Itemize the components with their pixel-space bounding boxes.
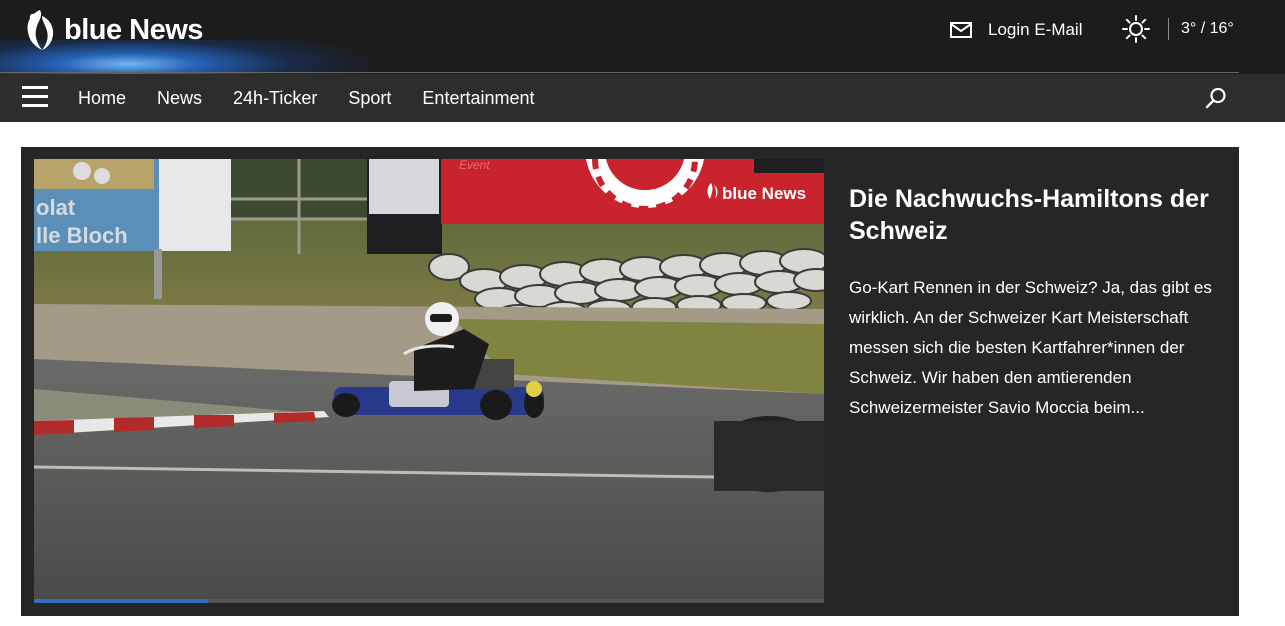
temperature-value: 3° / 16°: [1181, 20, 1234, 37]
sign-text-2: lle Bloch: [36, 223, 128, 248]
top-header: blue News Login E-Mail 3° / 16°: [0, 0, 1285, 74]
nav-items: Home News 24h-Ticker Sport Entertainment: [78, 74, 565, 122]
brand-logo[interactable]: blue News: [22, 8, 203, 52]
hamburger-icon[interactable]: [22, 86, 48, 110]
sun-icon: [1122, 15, 1150, 43]
video-progress-fill: [34, 599, 208, 603]
nav-item-home[interactable]: Home: [78, 88, 126, 109]
teaser-card[interactable]: olat lle Bloch Event blue News Die Nachw…: [21, 147, 1239, 616]
blue-news-logo-icon: [27, 10, 54, 50]
brand-name: blue News: [64, 13, 203, 46]
main-navigation: Home News 24h-Ticker Sport Entertainment: [0, 74, 1285, 122]
header-divider-line: [0, 72, 1239, 73]
teaser-headline[interactable]: Die Nachwuchs-Hamiltons der Schweiz: [849, 183, 1219, 247]
teaser-video[interactable]: olat lle Bloch Event blue News: [34, 159, 824, 601]
video-progress-bar[interactable]: [34, 599, 824, 603]
nav-item-entertainment[interactable]: Entertainment: [422, 88, 534, 109]
banner-brand: blue News: [722, 184, 806, 203]
search-icon[interactable]: [1204, 86, 1228, 110]
teaser-text: Go-Kart Rennen in der Schweiz? Ja, das g…: [849, 278, 1212, 417]
sign-text-1: olat: [36, 195, 76, 220]
mail-icon: [950, 22, 972, 38]
nav-item-sport[interactable]: Sport: [348, 88, 391, 109]
login-email-button[interactable]: Login E-Mail: [950, 18, 1083, 42]
weather-widget[interactable]: 3° / 16°: [1122, 14, 1234, 44]
go-kart-video-frame: olat lle Bloch Event blue News: [34, 159, 824, 601]
login-label: Login E-Mail: [988, 20, 1083, 39]
nav-item-news[interactable]: News: [157, 88, 202, 109]
banner-small-text: Event: [459, 159, 490, 172]
weather-divider: [1168, 18, 1169, 40]
nav-item-24h-ticker[interactable]: 24h-Ticker: [233, 88, 317, 109]
